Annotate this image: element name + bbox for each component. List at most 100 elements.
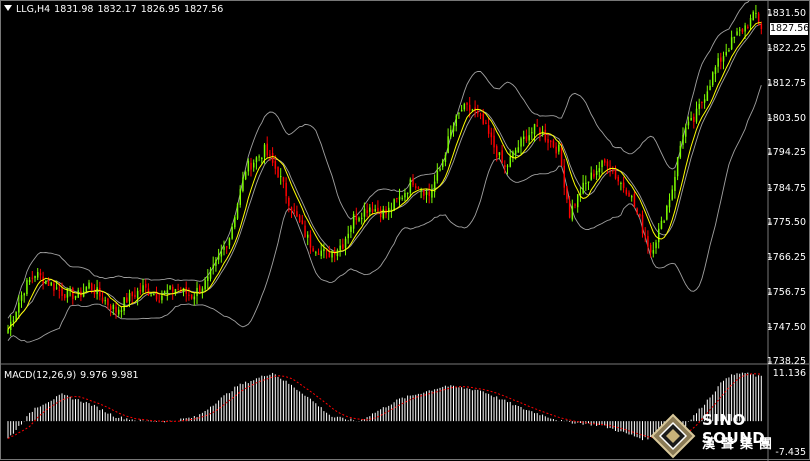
- candle-body: [285, 182, 287, 197]
- candle-body: [188, 294, 190, 296]
- candle-body: [701, 102, 703, 103]
- candle-body: [477, 111, 479, 114]
- candle-body: [253, 162, 255, 168]
- candle-body: [736, 31, 738, 36]
- candle-body: [190, 294, 193, 299]
- candle-body: [242, 177, 244, 191]
- candle-body: [517, 147, 520, 153]
- candle-body: [344, 238, 347, 248]
- candle-body: [366, 210, 368, 214]
- candle-body: [109, 305, 112, 310]
- candle-body: [406, 192, 409, 194]
- price-tick-label: 1784.75: [766, 182, 806, 194]
- candle-body: [209, 269, 212, 279]
- candle-body: [96, 287, 98, 295]
- candle-body: [604, 159, 606, 163]
- candle-body: [585, 182, 587, 184]
- candle-body: [598, 168, 601, 173]
- candle-body: [398, 196, 401, 200]
- candle-body: [293, 209, 295, 212]
- candle-body: [439, 168, 441, 171]
- candle-body: [628, 192, 630, 197]
- candle-body: [28, 279, 31, 283]
- candle-body: [69, 288, 71, 290]
- candle-body: [544, 129, 547, 141]
- candle-body: [717, 58, 719, 67]
- candle-body: [620, 182, 622, 184]
- candle-body: [166, 290, 169, 294]
- candle-body: [250, 162, 252, 170]
- candle-body: [350, 226, 352, 232]
- candle-body: [263, 144, 266, 158]
- candle-body: [169, 285, 171, 290]
- candle-body: [404, 193, 406, 198]
- candle-body: [444, 154, 447, 162]
- candle-body: [757, 13, 760, 24]
- candle-body: [682, 135, 684, 145]
- candle-body: [153, 293, 155, 296]
- macd-axis-top: 11.136: [772, 368, 806, 379]
- candle-body: [361, 217, 363, 219]
- symbol-label: LLG,H4: [16, 4, 51, 15]
- candle-body: [412, 178, 414, 186]
- candle-body: [290, 207, 293, 211]
- candle-body: [533, 124, 536, 135]
- candle-body: [204, 280, 206, 290]
- candle-body: [20, 295, 23, 301]
- price-tick-label: 1794.25: [766, 147, 806, 159]
- macd-main-value: 9.976: [80, 370, 108, 381]
- candle-body: [107, 298, 109, 306]
- candle-body: [258, 156, 260, 158]
- candle-body: [760, 24, 763, 29]
- candle-body: [428, 191, 430, 196]
- candle-body: [709, 85, 711, 91]
- candle-body: [134, 294, 136, 298]
- price-chart[interactable]: [0, 0, 810, 461]
- candle-body: [193, 296, 196, 300]
- candle-body: [115, 306, 117, 313]
- candle-body: [606, 161, 609, 167]
- candle-body: [390, 209, 393, 211]
- candle-body: [471, 109, 474, 111]
- candle-body: [698, 103, 700, 109]
- candle-body: [660, 220, 663, 229]
- candle-body: [496, 146, 498, 158]
- candle-body: [668, 199, 671, 208]
- candle-body: [612, 170, 614, 172]
- candle-body: [504, 165, 506, 168]
- candle-body: [558, 144, 560, 152]
- candle-body: [363, 208, 366, 217]
- candle-body: [671, 189, 673, 200]
- candle-body: [685, 127, 687, 137]
- candle-body: [274, 161, 277, 169]
- candle-body: [377, 207, 379, 211]
- candle-body: [442, 160, 444, 168]
- candle-body: [417, 187, 420, 189]
- candle-body: [755, 13, 757, 14]
- candle-body: [593, 173, 595, 177]
- candle-body: [571, 206, 574, 220]
- chart-header: LLG,H4 1831.98 1832.17 1826.95 1827.56: [4, 4, 227, 15]
- candle-body: [466, 103, 468, 105]
- price-tick-label: 1766.25: [766, 251, 806, 263]
- candle-body: [53, 283, 55, 291]
- candle-body: [658, 228, 660, 243]
- candle-body: [328, 252, 331, 258]
- candle-body: [118, 309, 120, 315]
- candle-body: [55, 287, 58, 289]
- candle-body: [525, 136, 528, 141]
- candle-body: [199, 286, 201, 293]
- candle-body: [458, 112, 460, 114]
- candle-body: [687, 121, 690, 126]
- candle-body: [371, 208, 374, 213]
- candle-body: [590, 172, 592, 180]
- candle-body: [255, 157, 258, 163]
- candle-body: [352, 214, 355, 229]
- candle-body: [587, 181, 590, 183]
- candle-body: [34, 276, 36, 278]
- dropdown-triangle-icon[interactable]: [4, 5, 12, 11]
- candle-body: [217, 255, 220, 260]
- candle-body: [50, 282, 52, 286]
- candle-body: [18, 302, 20, 313]
- candle-body: [131, 291, 133, 297]
